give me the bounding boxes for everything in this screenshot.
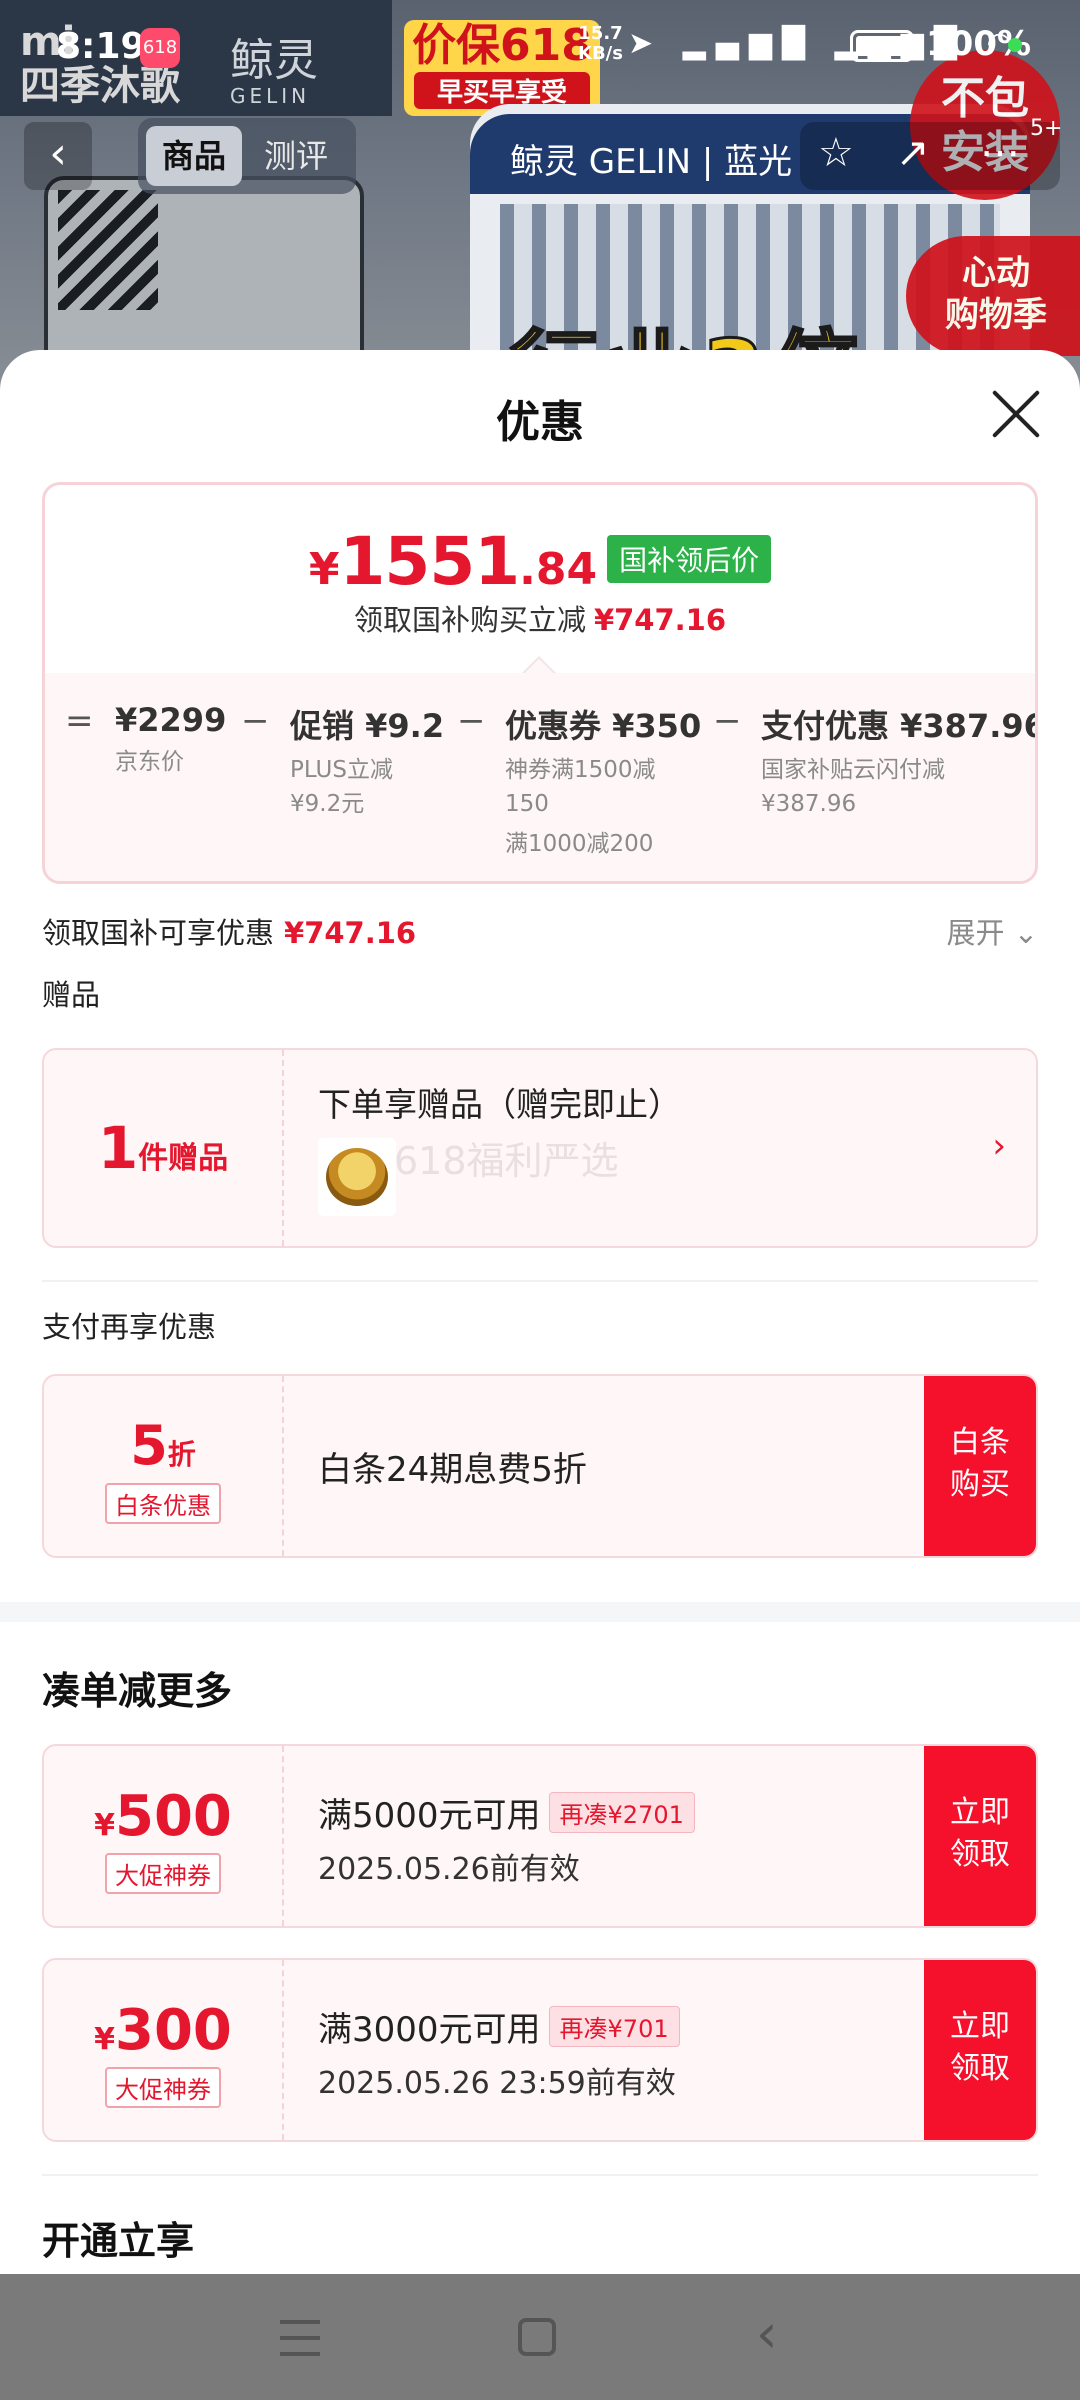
status-time: 8:19 bbox=[56, 26, 146, 67]
gift-thumbnail bbox=[318, 1138, 396, 1216]
save-line: 领取国补购买立减 ¥747.16 bbox=[353, 603, 727, 637]
gift-section-label: 赠品 bbox=[42, 978, 101, 1012]
coupon-badge: 大促神券 bbox=[105, 2067, 221, 2108]
divider bbox=[42, 2174, 1038, 2176]
baitiao-badge: 白条优惠 bbox=[105, 1483, 221, 1524]
chevron-right-icon: › bbox=[992, 1126, 1006, 1166]
app-618-icon: 618 bbox=[140, 28, 180, 68]
chevron-down-icon: ⌄ bbox=[1013, 916, 1038, 950]
breakdown-item-promo: 促销 ¥9.2 PLUS立减 ¥9.2元 bbox=[290, 707, 445, 817]
gift-watermark: 618福利严选 bbox=[394, 1139, 619, 1183]
price-card: ¥1551.84 国补领后价 领取国补购买立减 ¥747.16 = ¥2299 京东… bbox=[42, 482, 1038, 884]
back-icon[interactable]: ‹ bbox=[756, 2302, 778, 2365]
gift-title: 下单享赠品（赠完即止） bbox=[318, 1085, 681, 1124]
discount-sheet: 优惠 ¥1551.84 国补领后价 领取国补购买立减 ¥747.16 = ¥2299… bbox=[0, 350, 1080, 2275]
gift-card[interactable]: 1件赠品 下单享赠品（赠完即止） 618福利严选 › bbox=[42, 1048, 1038, 1248]
charging-dot-icon bbox=[1008, 38, 1022, 52]
close-button[interactable] bbox=[988, 386, 1044, 442]
more-section-title: 凑单减更多 bbox=[42, 1669, 233, 1713]
status-bar: 8:19 618 15.7 KB/s ➤ ▂▄▆█ ▂▄▆█ ◠ 100% bbox=[0, 0, 1080, 92]
tab-review[interactable]: 测评 bbox=[248, 126, 344, 186]
top-actions: ☆ ↗ ⋯ bbox=[800, 122, 1060, 190]
coupon-card: ¥300 大促神券 满3000元可用 再凑¥701 2025.05.26 23:5… bbox=[42, 1958, 1038, 2142]
coupon-amount: ¥500 大促神券 bbox=[44, 1746, 284, 1926]
expand-button[interactable]: 展开 ⌄ bbox=[946, 910, 1038, 952]
pay-section-label: 支付再享优惠 bbox=[42, 1310, 217, 1344]
baitiao-card: 5折 白条优惠 白条24期息费5折 白条 购买 bbox=[42, 1374, 1038, 1558]
coupon-gap-pill: 再凑¥701 bbox=[548, 2006, 680, 2047]
subsidy-label: 领取国补可享优惠 bbox=[42, 916, 275, 950]
tab-product[interactable]: 商品 bbox=[146, 126, 242, 186]
coupon-expiry: 2025.05.26前有效 bbox=[318, 1852, 580, 1887]
product-tabs: 商品 测评 bbox=[138, 118, 356, 194]
baitiao-desc: 白条24期息费5折 bbox=[318, 1450, 587, 1490]
coupon-badge: 大促神券 bbox=[105, 1853, 221, 1894]
share-icon[interactable]: ↗ bbox=[896, 130, 930, 176]
breakdown-item-payment: 支付优惠 ¥387.96 国家补贴云闪付减 ¥387.96 bbox=[761, 707, 1038, 817]
baitiao-buy-button[interactable]: 白条 购买 bbox=[924, 1376, 1036, 1556]
breakdown-item-coupon: 优惠券 ¥350 神券满1500减 150 满1000减200 bbox=[505, 707, 702, 857]
more-icon[interactable]: ⋯ bbox=[980, 130, 1020, 176]
coupon-amount: ¥300 大促神券 bbox=[44, 1960, 284, 2140]
back-button[interactable]: ‹ bbox=[24, 122, 92, 190]
baitiao-discount: 5折 白条优惠 bbox=[44, 1376, 284, 1556]
system-nav-bar: ‹ bbox=[0, 2274, 1080, 2400]
shopping-season-badge: 心动 购物季 bbox=[906, 236, 1080, 356]
coupon-gap-pill: 再凑¥2701 bbox=[548, 1792, 695, 1833]
message-count: 5+ bbox=[1030, 116, 1063, 141]
divider bbox=[42, 1280, 1038, 1282]
price-tag-badge: 国补领后价 bbox=[607, 535, 772, 583]
battery-icon bbox=[850, 30, 914, 62]
claim-coupon-button[interactable]: 立即 领取 bbox=[924, 1746, 1036, 1926]
coupon-card: ¥500 大促神券 满5000元可用 再凑¥2701 2025.05.26前有效 … bbox=[42, 1744, 1038, 1928]
final-price: ¥1551.84 国补领后价 bbox=[45, 523, 1035, 600]
network-speed: 15.7 KB/s bbox=[578, 23, 623, 64]
coupon-condition: 满3000元可用 再凑¥701 bbox=[318, 2002, 680, 2051]
coupon-condition: 满5000元可用 再凑¥2701 bbox=[318, 1788, 695, 1837]
menu-icon[interactable] bbox=[280, 2320, 320, 2356]
open-section-title: 开通立享 bbox=[42, 2219, 195, 2263]
gift-count: 1件赠品 bbox=[44, 1050, 284, 1246]
home-icon[interactable] bbox=[518, 2318, 556, 2356]
coupon-expiry: 2025.05.26 23:59前有效 bbox=[318, 2066, 676, 2101]
claim-coupon-button[interactable]: 立即 领取 bbox=[924, 1960, 1036, 2140]
sheet-title: 优惠 bbox=[496, 397, 584, 448]
breakdown-item-jd-price: ¥2299 京东价 bbox=[115, 701, 227, 775]
section-divider bbox=[0, 1602, 1080, 1622]
product-top-nav: ‹ 商品 测评 ☆ ↗ ⋯ 5+ bbox=[0, 116, 1080, 196]
star-icon[interactable]: ☆ bbox=[818, 130, 854, 176]
subsidy-amount: ¥747.16 bbox=[284, 916, 417, 950]
price-breakdown: = ¥2299 京东价 − 促销 ¥9.2 PLUS立减 ¥9.2元 − 优惠券… bbox=[45, 673, 1038, 881]
subsidy-row: 领取国补可享优惠 ¥747.16 展开 ⌄ bbox=[42, 910, 1038, 950]
